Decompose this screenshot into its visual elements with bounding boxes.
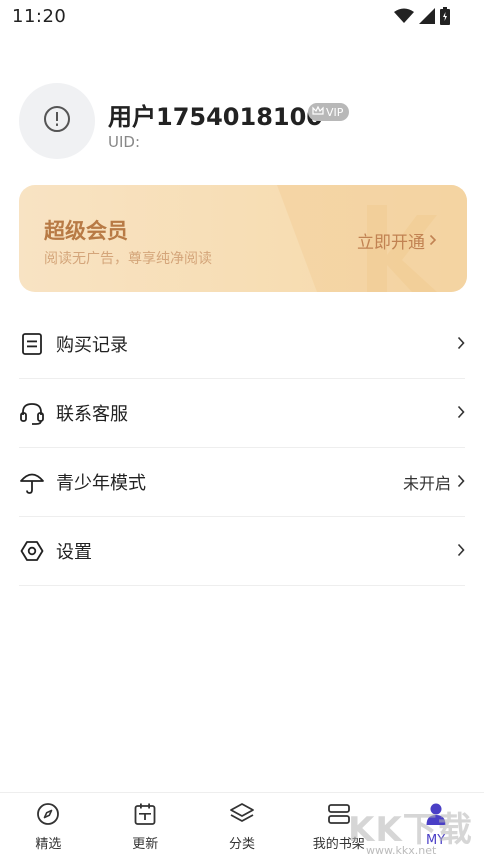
- menu-item-teen-mode[interactable]: 青少年模式 未开启: [19, 448, 465, 517]
- status-icons: [394, 7, 450, 29]
- tab-label: 分类: [228, 837, 255, 852]
- vip-badge: VIP: [308, 103, 350, 121]
- bookshelf-icon: [326, 801, 352, 827]
- menu-item-label: 青少年模式: [56, 473, 146, 494]
- vip-card-title: 超级会员: [44, 219, 128, 243]
- menu-item-right: [457, 517, 465, 585]
- status-time: 11:20: [12, 6, 67, 27]
- tab-label: 更新: [132, 837, 159, 852]
- chevron-right-icon: [457, 473, 465, 492]
- receipt-icon: [19, 331, 45, 357]
- alert-circle-icon: [43, 105, 71, 137]
- chevron-right-icon: [457, 404, 465, 423]
- chevron-right-icon: [457, 335, 465, 354]
- wifi-icon: [394, 8, 414, 28]
- tab-my[interactable]: MY: [387, 793, 484, 860]
- tab-bookshelf[interactable]: 我的书架: [290, 793, 387, 860]
- teen-mode-status: 未开启: [402, 474, 451, 493]
- tab-categories[interactable]: 分类: [194, 793, 291, 860]
- menu-item-label: 联系客服: [56, 404, 128, 425]
- menu-item-label: 购买记录: [56, 335, 128, 356]
- menu-item-right: [457, 379, 465, 447]
- bottom-tab-bar: 精选 更新 分类 我的书架 MY: [0, 792, 484, 860]
- vip-membership-card[interactable]: 超级会员 阅读无广告，尊享纯净阅读 立即开通: [19, 185, 467, 292]
- username: 用户1754018100: [108, 103, 323, 131]
- chevron-right-icon: [429, 231, 437, 251]
- menu-item-settings[interactable]: 设置: [19, 517, 465, 586]
- compass-icon: [35, 801, 61, 827]
- tab-featured[interactable]: 精选: [0, 793, 97, 860]
- menu-item-label: 设置: [56, 542, 92, 563]
- signal-icon: [419, 8, 435, 28]
- vip-badge-label: VIP: [326, 105, 344, 119]
- tab-label: 我的书架: [312, 837, 365, 852]
- tab-label: MY: [426, 833, 446, 848]
- crown-icon: [312, 105, 324, 119]
- umbrella-icon: [19, 469, 45, 495]
- settings-menu: 购买记录 联系客服 青少年模式 未开启 设置: [19, 310, 465, 586]
- vip-card-subtitle: 阅读无广告，尊享纯净阅读: [44, 251, 212, 267]
- chevron-right-icon: [457, 542, 465, 561]
- menu-item-purchase-history[interactable]: 购买记录: [19, 310, 465, 379]
- calendar-icon: [132, 801, 158, 827]
- status-bar: 11:20: [0, 0, 484, 34]
- vip-open-button[interactable]: 立即开通: [357, 228, 437, 253]
- layers-icon: [229, 801, 255, 827]
- tab-label: 精选: [35, 837, 62, 852]
- headset-icon: [19, 400, 45, 426]
- battery-icon: [440, 7, 450, 29]
- avatar[interactable]: [19, 83, 95, 159]
- tab-updates[interactable]: 更新: [97, 793, 194, 860]
- hexagon-settings-icon: [19, 538, 45, 564]
- profile-header: 用户1754018100 VIP UID:: [19, 83, 469, 161]
- menu-item-right: [457, 310, 465, 378]
- person-icon: [423, 801, 449, 827]
- uid-label: UID:: [108, 133, 141, 151]
- menu-item-right: 未开启: [403, 448, 465, 516]
- menu-item-customer-service[interactable]: 联系客服: [19, 379, 465, 448]
- vip-open-label: 立即开通: [357, 233, 425, 253]
